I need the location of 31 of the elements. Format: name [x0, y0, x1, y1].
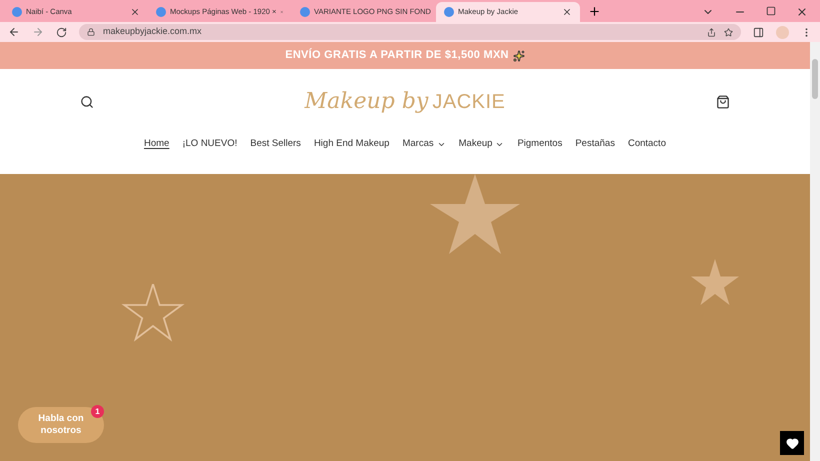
nav-link[interactable]: ¡LO NUEVO!: [182, 137, 238, 152]
heart-icon: [786, 436, 798, 450]
tab-favicon-icon: [300, 7, 310, 17]
bookmark-star-icon[interactable]: [724, 28, 733, 36]
close-icon[interactable]: [562, 7, 572, 17]
cart-icon[interactable]: [716, 94, 730, 108]
reload-icon[interactable]: [56, 26, 67, 38]
close-icon[interactable]: [130, 7, 140, 17]
close-window-icon[interactable]: [796, 6, 808, 18]
tab-favicon-icon: [156, 7, 166, 17]
search-icon[interactable]: [80, 94, 94, 108]
announcement-bar: ENVÍO GRATIS A PARTIR DE $1,500 MXN: [0, 42, 810, 69]
address-bar[interactable]: makeupbyjackie.com.mx: [79, 24, 741, 40]
nav-link[interactable]: Makeup: [458, 137, 504, 152]
maximize-icon[interactable]: [766, 6, 776, 16]
nav-link[interactable]: High End Makeup: [314, 137, 390, 152]
nav-link[interactable]: Marcas: [402, 137, 446, 152]
sparkle-icon: [512, 50, 525, 62]
nav-link[interactable]: Home: [144, 137, 170, 152]
new-tab-icon[interactable]: [588, 5, 601, 18]
share-icon[interactable]: [707, 28, 716, 36]
side-panel-icon[interactable]: [753, 26, 764, 38]
nav-link[interactable]: Best Sellers: [250, 137, 301, 152]
tab-favicon-icon: [12, 7, 22, 17]
wishlist-button[interactable]: [780, 431, 804, 455]
lock-icon: [87, 28, 95, 36]
nav-link[interactable]: Pestañas: [575, 137, 615, 152]
tab-favicon-icon: [444, 7, 454, 17]
back-icon[interactable]: [8, 26, 20, 38]
nav-link[interactable]: Contacto: [628, 137, 666, 152]
nav-link[interactable]: Pigmentos: [517, 137, 562, 152]
